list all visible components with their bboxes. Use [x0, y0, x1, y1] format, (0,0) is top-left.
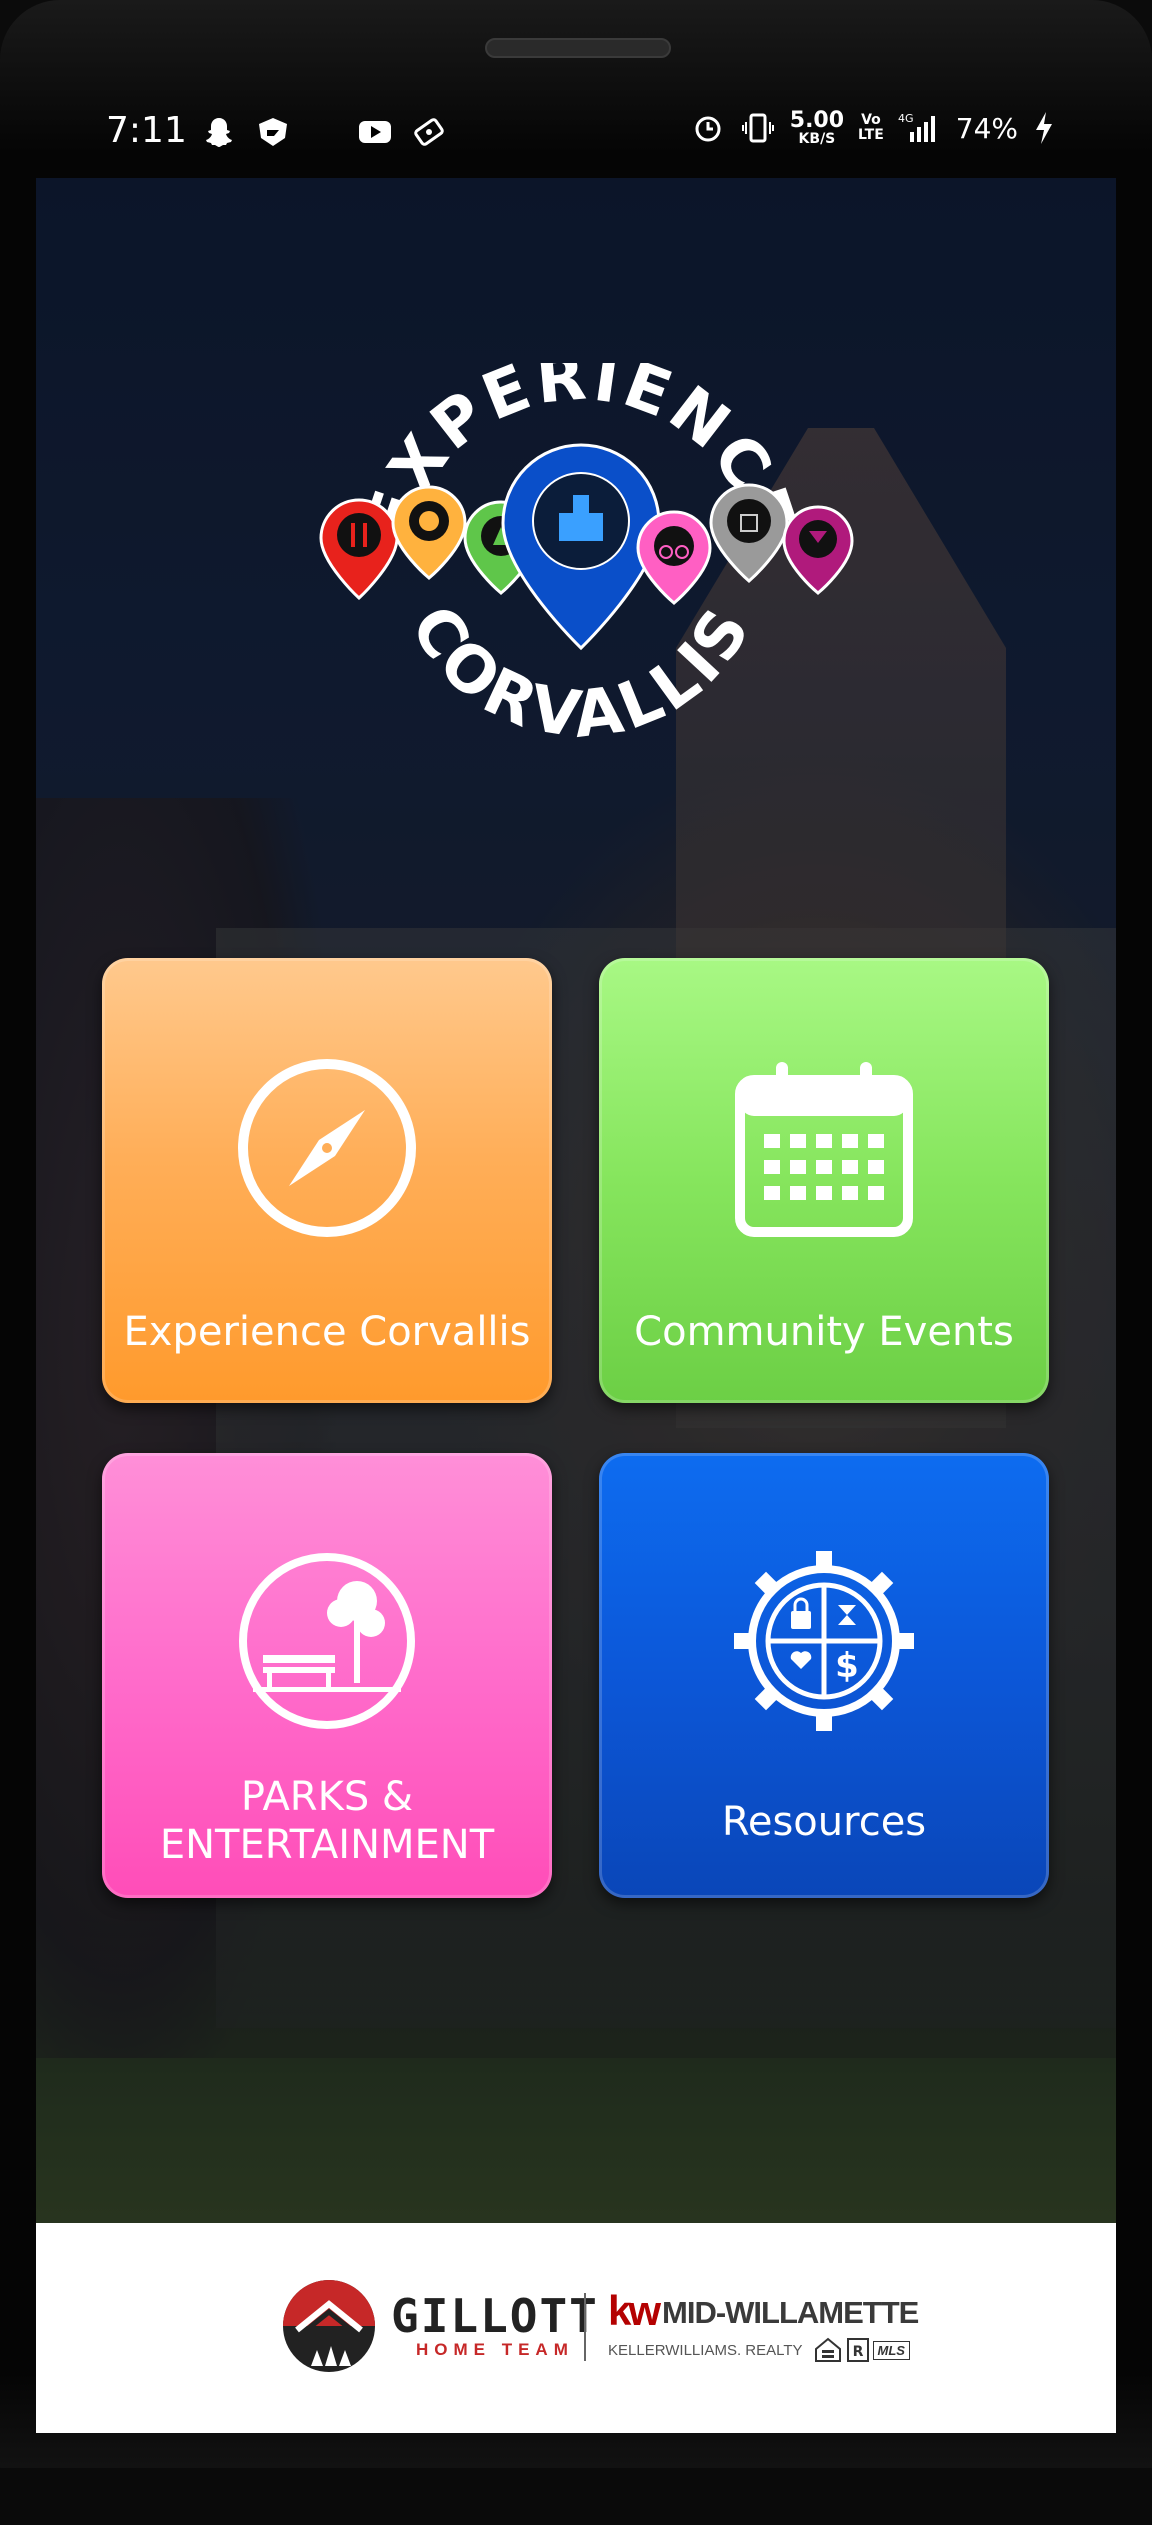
- kw-brand-text: KELLERWILLIAMS. REALTY: [608, 2341, 803, 2359]
- gillott-subtitle: HOME TEAM: [415, 2340, 574, 2359]
- volte-indicator: Vo LTE: [858, 112, 884, 143]
- pin-drinks-icon: [782, 505, 854, 595]
- tile-label: Community Events: [634, 1309, 1014, 1355]
- pin-shopping-icon: [709, 483, 789, 583]
- pin-theater-icon: [391, 485, 467, 580]
- speaker-grille: [485, 38, 671, 58]
- app-screen: EXPERIENCE CORVALLIS: [36, 178, 1116, 2223]
- svg-text:4G: 4G: [898, 112, 914, 125]
- vibrate-icon: [741, 113, 774, 143]
- equal-housing-icon: [814, 2337, 841, 2362]
- charging-icon: [1036, 112, 1052, 144]
- status-bar: 7:11 5.00 KB/S Vo LTE 4G 74%: [36, 100, 1116, 170]
- resources-tile[interactable]: $ Resources: [599, 1453, 1049, 1898]
- pin-bicycle-icon: [636, 510, 712, 605]
- snapchat-icon: [206, 118, 232, 147]
- kw-mark: kw: [608, 2287, 661, 2334]
- keller-williams-logo[interactable]: kw MID-WILLAMETTE KELLERWILLIAMS. REALTY…: [608, 2287, 919, 2365]
- pin-courthouse-icon: [501, 443, 661, 651]
- youtube-icon: [359, 121, 391, 143]
- gillott-name: GILLOTT: [391, 2289, 599, 2343]
- parks-entertainment-tile[interactable]: PARKS & ENTERTAINMENT: [102, 1453, 552, 1898]
- battery-level: 74%: [955, 111, 1018, 145]
- signal-icon: 4G: [898, 112, 935, 142]
- gillott-house-icon: [283, 2280, 375, 2372]
- ticket-icon: [414, 118, 444, 146]
- resources-gear-icon: $: [734, 1551, 914, 1731]
- park-bench-icon: [239, 1553, 415, 1729]
- tile-label-line-2: ENTERTAINMENT: [159, 1822, 495, 1868]
- tile-label: Resources: [721, 1799, 927, 1845]
- community-events-tile[interactable]: Community Events: [599, 958, 1049, 1403]
- tile-label: Experience Corvallis: [123, 1309, 531, 1355]
- pin-restaurant-icon: [319, 498, 399, 601]
- alarm-icon: [695, 116, 721, 142]
- mls-badge: MLS: [872, 2340, 910, 2360]
- calendar-icon: [735, 1062, 913, 1237]
- compass-icon: [238, 1059, 416, 1237]
- phone-bottom-bezel: [0, 2468, 1152, 2525]
- sponsor-footer: GILLOTT HOME TEAM kw MID-WILLAMETTE KELL…: [36, 2223, 1116, 2433]
- messaging-app-icon: [259, 118, 287, 146]
- realtor-icon: R: [846, 2338, 869, 2362]
- experience-corvallis-logo: EXPERIENCE CORVALLIS: [319, 363, 854, 753]
- footer-divider: [584, 2293, 586, 2361]
- svg-text:$: $: [835, 1646, 859, 1686]
- experience-corvallis-tile[interactable]: Experience Corvallis: [102, 958, 552, 1403]
- svg-text:R: R: [852, 2344, 863, 2360]
- gillott-home-team-logo[interactable]: GILLOTT HOME TEAM: [281, 2278, 599, 2374]
- phone-frame: 7:11 5.00 KB/S Vo LTE 4G 74% XPERIENC CO…: [0, 0, 1152, 2525]
- status-time: 7:11: [106, 110, 187, 151]
- network-speed: 5.00 KB/S: [789, 108, 845, 147]
- kw-office-name: MID-WILLAMETTE: [662, 2295, 919, 2330]
- tile-label-line-1: PARKS &: [240, 1774, 414, 1820]
